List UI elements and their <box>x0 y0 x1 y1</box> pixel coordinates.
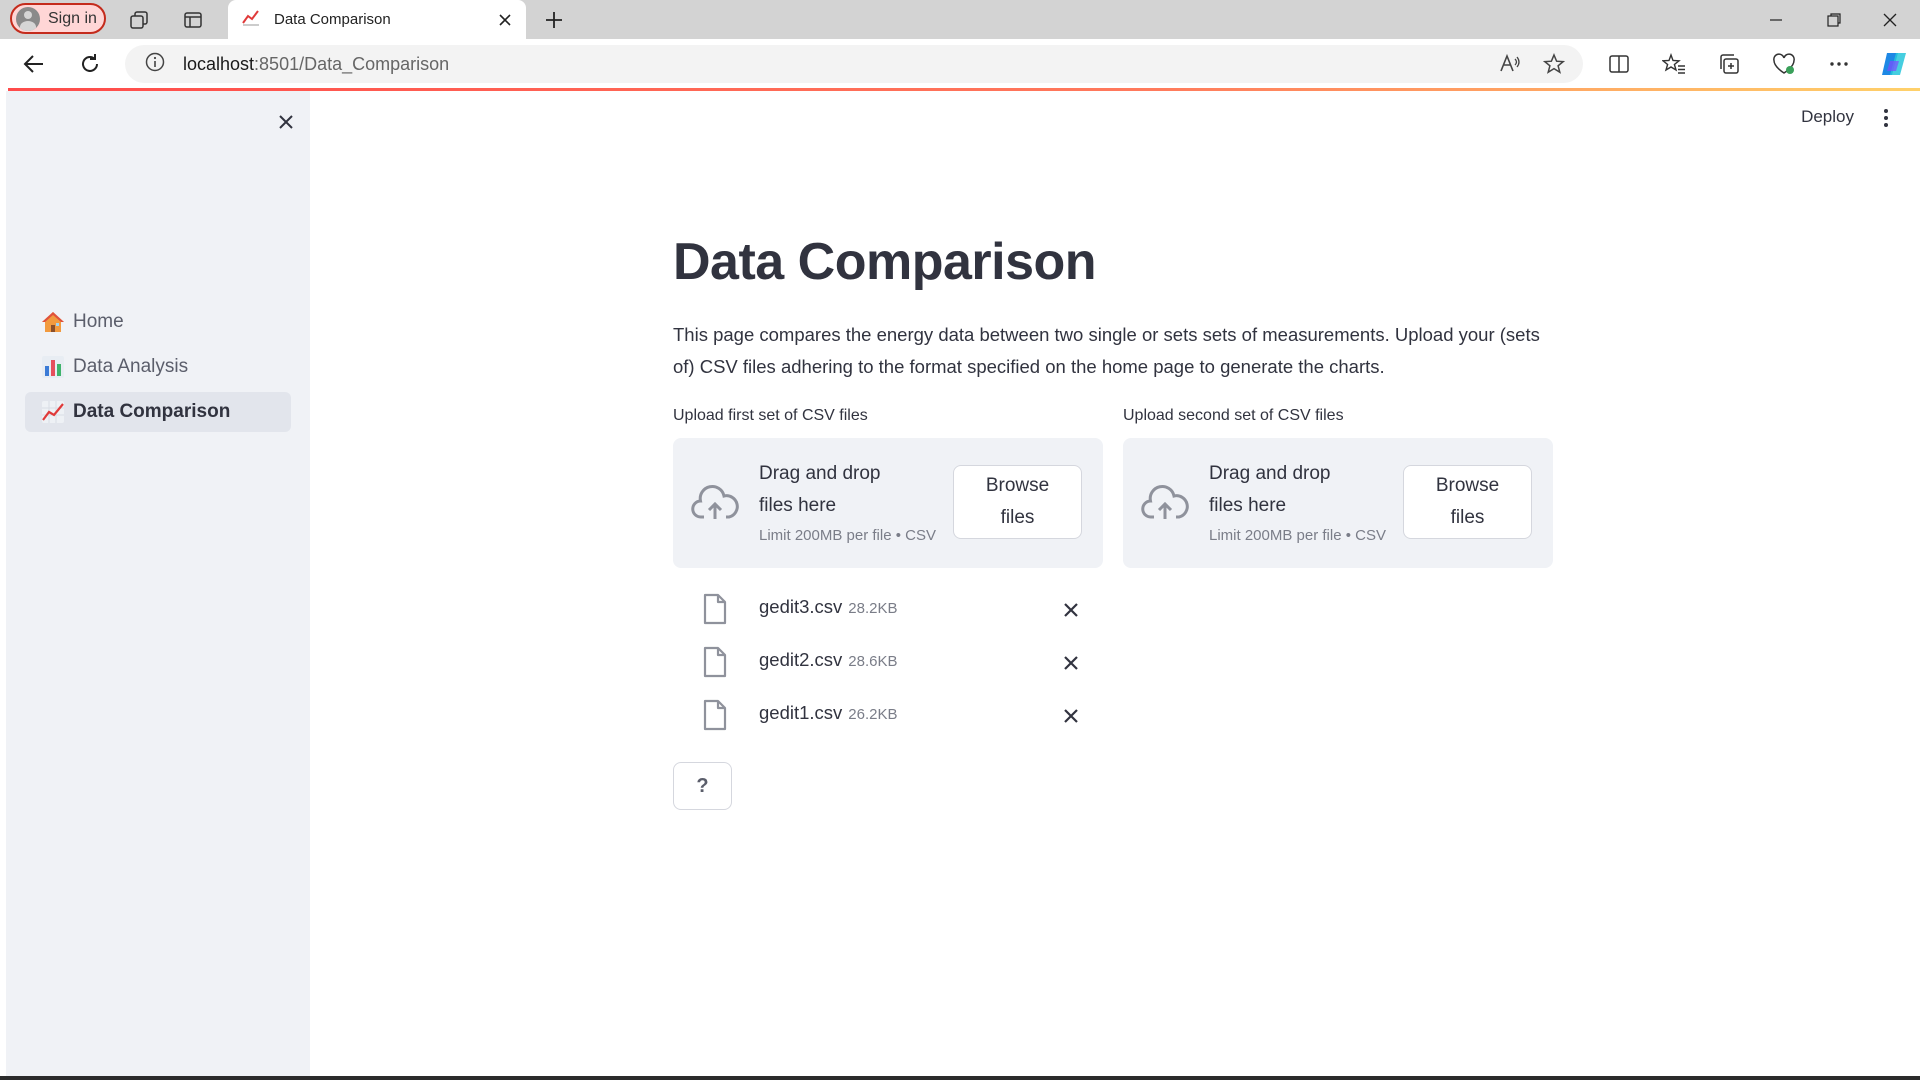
url-host: localhost <box>183 53 255 74</box>
uploaded-file-row: gedit3.csv 28.2KB <box>673 585 1103 638</box>
remove-file-icon[interactable] <box>1059 704 1083 728</box>
window-bottom-edge <box>0 1076 1920 1080</box>
house-icon <box>41 310 65 334</box>
sign-in-label: Sign in <box>48 9 97 27</box>
url-text: localhost:8501/Data_Comparison <box>183 54 449 75</box>
file-icon <box>702 699 728 736</box>
drop-instructions: Drag and drop files here <box>1209 463 1331 516</box>
refresh-icon[interactable] <box>76 51 104 77</box>
tab-data-comparison[interactable]: Data Comparison <box>228 0 526 39</box>
browser-essentials-icon[interactable] <box>1770 51 1798 77</box>
chart-increasing-icon <box>41 400 65 424</box>
url-field[interactable]: localhost:8501/Data_Comparison <box>125 45 1583 83</box>
sidebar-nav: Home Data Analysis Data Comparison <box>25 302 291 437</box>
sidebar-item-label: Data Comparison <box>73 401 231 422</box>
page-title: Data Comparison <box>673 233 1097 291</box>
file-name: gedit3.csv <box>759 596 843 617</box>
back-arrow-icon[interactable] <box>20 51 48 77</box>
sign-in-button[interactable]: Sign in <box>10 3 106 34</box>
uploaded-file-row: gedit1.csv 26.2KB <box>673 691 1103 744</box>
uploader-1-dropzone[interactable]: Drag and drop files here Limit 200MB per… <box>673 438 1103 568</box>
url-path: :8501/Data_Comparison <box>254 53 450 74</box>
read-aloud-icon[interactable] <box>1499 53 1521 80</box>
file-name-wrap: gedit3.csv 28.2KB <box>759 596 898 618</box>
file-name: gedit1.csv <box>759 702 843 723</box>
collections-icon[interactable] <box>1715 51 1743 77</box>
tab-actions-icon[interactable] <box>180 7 206 33</box>
remove-file-icon[interactable] <box>1059 651 1083 675</box>
drop-instructions: Drag and drop files here <box>759 463 881 516</box>
deploy-button[interactable]: Deploy <box>1801 107 1854 127</box>
tab-favicon-chart-icon <box>242 8 260 31</box>
sidebar-item-label: Home <box>73 311 124 332</box>
address-bar-row: localhost:8501/Data_Comparison <box>0 39 1920 89</box>
file-size: 28.2KB <box>848 600 898 617</box>
file-name-wrap: gedit2.csv 28.6KB <box>759 649 898 671</box>
file-size: 28.6KB <box>848 653 898 670</box>
sidebar-item-data-analysis[interactable]: Data Analysis <box>25 347 291 387</box>
favorites-icon[interactable] <box>1660 51 1688 77</box>
file-icon <box>702 646 728 683</box>
main-content: Deploy <box>310 91 1920 1076</box>
uploader-2-label: Upload second set of CSV files <box>1123 407 1344 424</box>
cloud-upload-icon <box>691 483 739 528</box>
file-name-wrap: gedit1.csv 26.2KB <box>759 702 898 724</box>
sidebar-item-data-comparison[interactable]: Data Comparison <box>25 392 291 432</box>
more-options-icon[interactable] <box>1825 51 1853 77</box>
main-menu-icon[interactable] <box>1876 105 1896 131</box>
browser-tab-bar: Sign in Data Comparison <box>0 0 1920 39</box>
tab-title: Data Comparison <box>274 11 391 28</box>
bar-chart-icon <box>41 355 65 379</box>
page-description: This page compares the energy data betwe… <box>673 324 1540 377</box>
minimize-icon[interactable] <box>1748 0 1804 39</box>
restore-icon[interactable] <box>1806 0 1862 39</box>
close-window-icon[interactable] <box>1862 0 1918 39</box>
upload-limit-text: Limit 200MB per file • CSV <box>759 527 936 544</box>
file-size: 26.2KB <box>848 706 898 723</box>
sidebar-item-home[interactable]: Home <box>25 302 291 342</box>
workspaces-icon[interactable] <box>126 7 152 33</box>
favorite-star-icon[interactable] <box>1542 53 1566 80</box>
browse-files-button[interactable]: Browse files <box>953 465 1082 539</box>
help-button[interactable]: ? <box>673 762 732 810</box>
cloud-upload-icon <box>1141 483 1189 528</box>
uploader-1-label: Upload first set of CSV files <box>673 407 868 424</box>
upload-limit-text: Limit 200MB per file • CSV <box>1209 527 1386 544</box>
tab-close-icon[interactable] <box>490 5 520 35</box>
remove-file-icon[interactable] <box>1059 598 1083 622</box>
new-tab-icon[interactable] <box>540 7 568 33</box>
uploaded-files-list: gedit3.csv 28.2KB gedit2.csv 28.6KB gedit1… <box>673 585 1103 744</box>
uploader-2-dropzone[interactable]: Drag and drop files here Limit 200MB per… <box>1123 438 1553 568</box>
sidebar: Home Data Analysis Data Comparison <box>6 91 310 1076</box>
split-screen-icon[interactable] <box>1605 51 1633 77</box>
site-info-icon[interactable] <box>145 52 165 77</box>
file-name: gedit2.csv <box>759 649 843 670</box>
profile-icon <box>16 6 40 31</box>
sidebar-item-label: Data Analysis <box>73 356 189 377</box>
copilot-icon[interactable] <box>1878 48 1910 80</box>
file-icon <box>702 593 728 630</box>
sidebar-close-icon[interactable] <box>270 106 302 138</box>
uploaded-file-row: gedit2.csv 28.6KB <box>673 638 1103 691</box>
browse-files-button[interactable]: Browse files <box>1403 465 1532 539</box>
